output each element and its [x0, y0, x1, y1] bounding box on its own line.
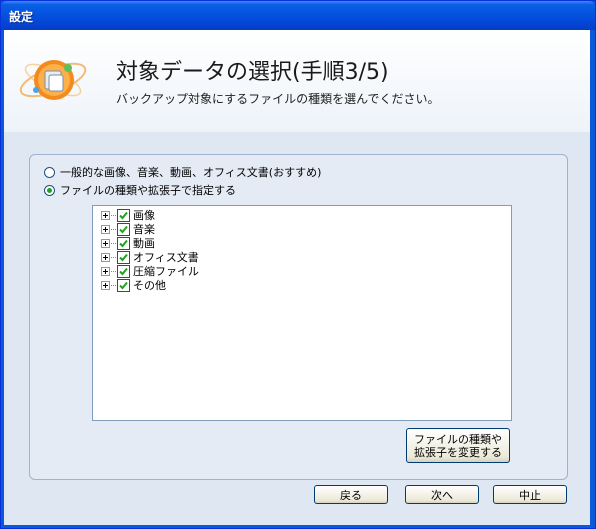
- client-area: 対象データの選択(手順3/5) バックアップ対象にするファイルの種類を選んでくだ…: [4, 30, 590, 525]
- checkmark-icon: [119, 281, 128, 289]
- checkbox-archive[interactable]: [117, 264, 130, 278]
- checkmark-icon: [119, 211, 128, 219]
- title-bar[interactable]: 設定: [1, 1, 595, 30]
- next-button[interactable]: 次へ: [405, 485, 479, 504]
- expand-icon[interactable]: [101, 210, 110, 220]
- tree-item-office[interactable]: オフィス文書: [101, 250, 199, 264]
- tree-line: [111, 242, 116, 244]
- option-by-type[interactable]: ファイルの種類や拡張子で指定する: [44, 182, 236, 198]
- option-general[interactable]: 一般的な画像、音楽、動画、オフィス文書(おすすめ): [44, 164, 321, 180]
- file-type-tree[interactable]: 画像 音楽 動画 オフィス文書 圧縮ファイル その他: [92, 205, 512, 421]
- tree-item-music[interactable]: 音楽: [101, 222, 155, 236]
- option-general-label: 一般的な画像、音楽、動画、オフィス文書(おすすめ): [60, 166, 322, 179]
- checkmark-icon: [119, 253, 128, 261]
- cancel-button[interactable]: 中止: [493, 485, 567, 504]
- change-file-types-line1: ファイルの種類や: [414, 432, 502, 446]
- tree-line: [111, 214, 116, 216]
- page-subtitle: バックアップ対象にするファイルの種類を選んでください。: [116, 92, 440, 106]
- back-button[interactable]: 戻る: [314, 485, 388, 504]
- tree-item-image[interactable]: 画像: [101, 208, 155, 222]
- tree-item-label: その他: [133, 279, 166, 292]
- checkbox-office[interactable]: [117, 250, 130, 264]
- backup-logo-icon: [16, 40, 90, 114]
- tree-line: [111, 270, 116, 272]
- checkmark-icon: [119, 225, 128, 233]
- radio-by-type[interactable]: [44, 184, 55, 196]
- checkbox-music[interactable]: [117, 222, 130, 236]
- checkmark-icon: [119, 267, 128, 275]
- expand-icon[interactable]: [101, 280, 110, 290]
- checkmark-icon: [119, 239, 128, 247]
- wizard-header: 対象データの選択(手順3/5) バックアップ対象にするファイルの種類を選んでくだ…: [4, 30, 590, 132]
- expand-icon[interactable]: [101, 266, 110, 276]
- checkbox-image[interactable]: [117, 208, 130, 222]
- tree-item-video[interactable]: 動画: [101, 236, 155, 250]
- page-title: 対象データの選択(手順3/5): [116, 60, 389, 85]
- expand-icon[interactable]: [101, 224, 110, 234]
- change-file-types-button[interactable]: ファイルの種類や 拡張子を変更する: [406, 428, 510, 463]
- tree-line: [111, 284, 116, 286]
- tree-item-other[interactable]: その他: [101, 278, 166, 292]
- checkbox-video[interactable]: [117, 236, 130, 250]
- change-file-types-line2: 拡張子を変更する: [414, 445, 502, 459]
- tree-item-archive[interactable]: 圧縮ファイル: [101, 264, 199, 278]
- tree-line: [111, 256, 116, 258]
- settings-window: 設定 対象データの選択(手順3/5) バックアップ対象にするファイルの種類を選ん…: [0, 0, 596, 529]
- expand-icon[interactable]: [101, 238, 110, 248]
- expand-icon[interactable]: [101, 252, 110, 262]
- option-by-type-label: ファイルの種類や拡張子で指定する: [60, 184, 236, 197]
- radio-general[interactable]: [44, 166, 55, 178]
- tree-line: [111, 228, 116, 230]
- checkbox-other[interactable]: [117, 278, 130, 292]
- window-title: 設定: [9, 10, 34, 24]
